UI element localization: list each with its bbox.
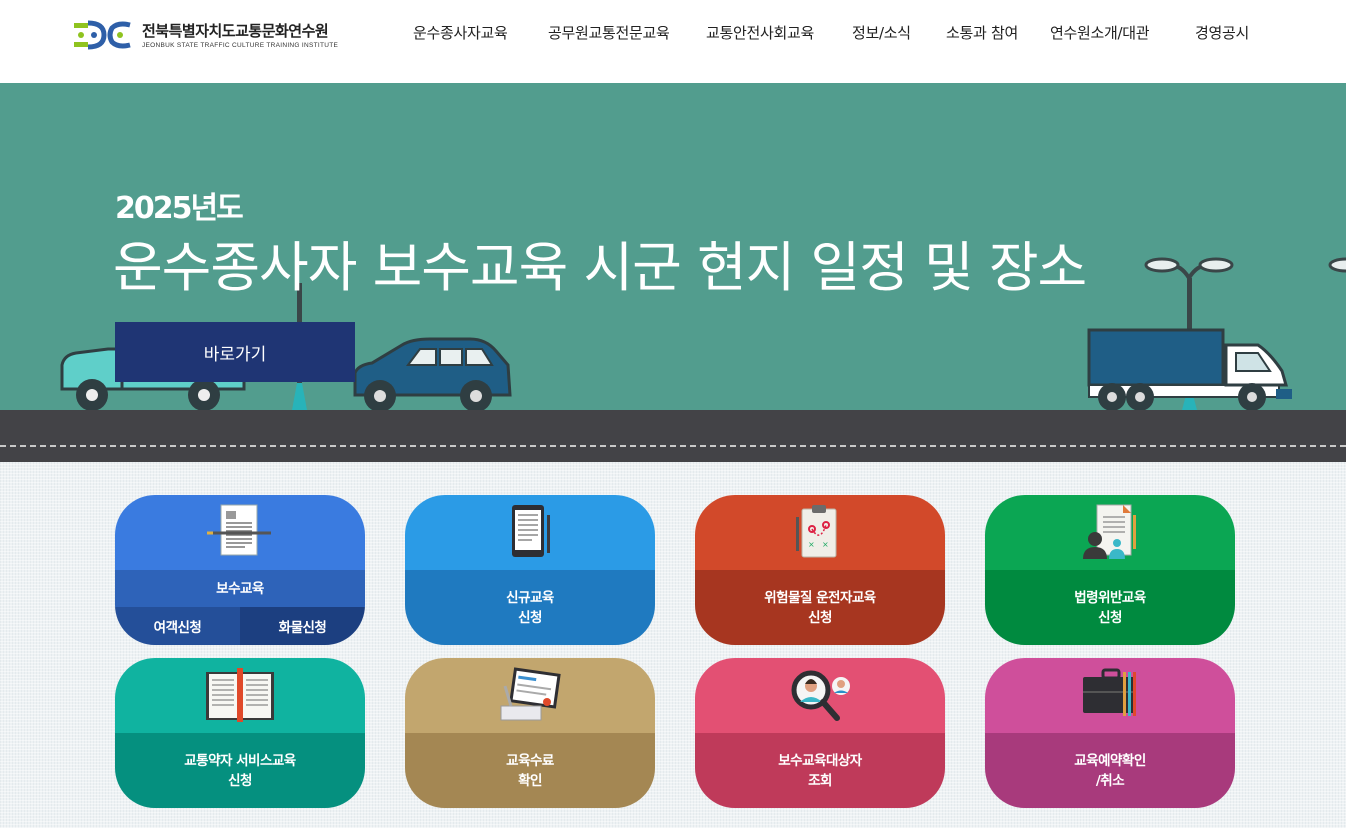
- nav-item-disclosure[interactable]: 경영공시: [1195, 22, 1249, 43]
- clipboard-icon: × ×: [796, 505, 837, 558]
- card-label: 교육예약확인: [1074, 752, 1146, 769]
- nav-item-participation[interactable]: 소통과 참여: [946, 22, 1018, 43]
- hero-title: 운수종사자 보수교육 시군 현지 일정 및 장소: [113, 236, 1087, 299]
- certificate-icon: [500, 667, 561, 721]
- card-label: 교육수료: [506, 752, 554, 769]
- card-vulnerable-service-education[interactable]: 교통약자 서비스교육 신청: [115, 658, 365, 808]
- card-label: 신규교육: [506, 589, 554, 606]
- svg-text:×: ×: [808, 540, 815, 549]
- card-label: 위험물질 운전자교육: [764, 589, 876, 606]
- logo-subtitle: JEONBUK STATE TRAFFIC CULTURE TRAINING I…: [142, 41, 339, 49]
- document-icon: [207, 504, 271, 556]
- card-label: 교통약자 서비스교육: [184, 752, 296, 769]
- cargo-apply-button[interactable]: 화물신청: [240, 607, 365, 645]
- card-hazmat-education[interactable]: × × 위험물질 운전자교육 신청: [695, 495, 945, 645]
- card-label: 보수교육: [216, 580, 264, 597]
- card-violation-education[interactable]: 법령위반교육 신청: [985, 495, 1235, 645]
- card-label-sub: 조회: [808, 772, 832, 789]
- site-header: 전북특별자치도교통문화연수원 JEONBUK STATE TRAFFIC CUL…: [0, 0, 1346, 83]
- card-label-sub: 확인: [518, 772, 542, 789]
- card-label-sub: 신청: [808, 609, 832, 626]
- car-icon: [353, 337, 512, 412]
- nav-item-news[interactable]: 정보/소식: [852, 22, 911, 43]
- quick-menu-area: 보수교육 여객신청 화물신청 신규교육 신청 × × 위험물질 운전자교육 신청…: [0, 462, 1346, 828]
- card-label: 법령위반교육: [1074, 589, 1146, 606]
- hero-go-button[interactable]: 바로가기: [115, 322, 355, 382]
- briefcase-icon: [1083, 668, 1136, 716]
- contract-icon: [1083, 504, 1136, 559]
- site-logo[interactable]: 전북특별자치도교통문화연수원 JEONBUK STATE TRAFFIC CUL…: [74, 20, 338, 50]
- card-refresher-education: 보수교육 여객신청 화물신청: [115, 495, 365, 645]
- hero-year: 2025년도: [115, 191, 244, 226]
- card-completion-check[interactable]: 교육수료 확인: [405, 658, 655, 808]
- passenger-apply-button[interactable]: 여객신청: [115, 607, 240, 645]
- card-reservation-check[interactable]: 교육예약확인 /취소: [985, 658, 1235, 808]
- road-lane-line: [0, 445, 1346, 447]
- tablet-icon: [512, 505, 550, 557]
- card-label: 보수교육대상자: [778, 752, 862, 769]
- card-label-sub: /취소: [1095, 772, 1125, 789]
- card-target-lookup[interactable]: 보수교육대상자 조회: [695, 658, 945, 808]
- logo-mark-icon: [74, 20, 132, 50]
- card-new-education[interactable]: 신규교육 신청: [405, 495, 655, 645]
- card-label-sub: 신청: [228, 772, 252, 789]
- nav-item-official-education[interactable]: 공무원교통전문교육: [548, 22, 670, 43]
- hero-banner: 2025년도 운수종사자 보수교육 시군 현지 일정 및 장소 바로가기: [0, 83, 1346, 462]
- magnifier-person-icon: [791, 670, 850, 721]
- book-icon: [206, 668, 274, 722]
- nav-item-driver-education[interactable]: 운수종사자교육: [413, 22, 508, 43]
- logo-name: 전북특별자치도교통문화연수원: [142, 21, 329, 40]
- nav-item-safety-education[interactable]: 교통안전사회교육: [706, 22, 814, 43]
- road: [0, 410, 1346, 462]
- svg-text:×: ×: [822, 540, 829, 549]
- nav-item-about[interactable]: 연수원소개/대관: [1050, 22, 1150, 43]
- card-label-sub: 신청: [518, 609, 542, 626]
- card-label-sub: 신청: [1098, 609, 1122, 626]
